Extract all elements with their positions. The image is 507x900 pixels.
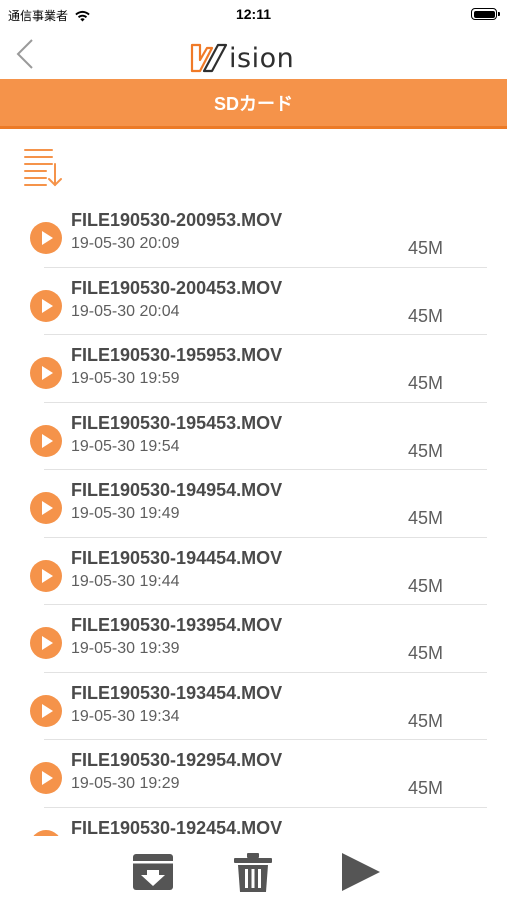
- file-size: 45M: [408, 778, 444, 798]
- play-circle-icon[interactable]: [30, 559, 62, 592]
- sort-list-icon[interactable]: [22, 146, 66, 188]
- file-row[interactable]: FILE190530-194954.MOV 19-05-30 19:49 45M: [0, 470, 507, 538]
- play-circle-icon[interactable]: [30, 424, 62, 457]
- file-date: 19-05-30 20:09: [71, 235, 180, 252]
- file-date: 19-05-30 19:39: [71, 640, 180, 657]
- file-name: FILE190530-192454.MOV: [71, 817, 283, 837]
- file-date: 19-05-30 19:34: [71, 707, 180, 725]
- brand-logo: ision: [190, 38, 294, 74]
- file-size: 45M: [408, 440, 444, 461]
- file-date: 19-05-30 19:59: [71, 370, 180, 387]
- status-bar: 通信事業者 12:11: [0, 0, 507, 30]
- trash-icon[interactable]: [232, 852, 274, 894]
- file-name: FILE190530-194954.MOV: [71, 480, 283, 500]
- file-list[interactable]: FILE190530-200953.MOV 19-05-30 20:09 45M FI…: [0, 200, 507, 836]
- file-row[interactable]: FILE190530-200453.MOV 19-05-30 20:04 45M: [0, 268, 507, 335]
- file-date: 19-05-30 19:49: [71, 505, 180, 522]
- file-size: 45M: [408, 305, 444, 326]
- file-name: FILE190530-200453.MOV: [71, 277, 283, 298]
- page-title: SDカード: [213, 93, 293, 114]
- file-size: 45M: [408, 373, 444, 393]
- file-name: FILE190530-194454.MOV: [71, 547, 283, 568]
- file-name: FILE190530-193954.MOV: [71, 615, 283, 635]
- battery-icon: [471, 8, 500, 20]
- nav-bar: ision: [0, 30, 507, 78]
- title-bar: SDカード: [0, 79, 507, 129]
- file-name: FILE190530-195953.MOV: [71, 345, 283, 365]
- file-size: 45M: [408, 575, 444, 596]
- clock: 12:11: [235, 6, 272, 22]
- play-circle-icon[interactable]: [30, 492, 62, 524]
- file-row[interactable]: FILE190530-195453.MOV 19-05-30 19:54 45M: [0, 403, 507, 470]
- bottom-toolbar: [0, 836, 507, 900]
- file-row[interactable]: FILE190530-194454.MOV 19-05-30 19:44 45M: [0, 538, 507, 605]
- file-name: FILE190530-200953.MOV: [71, 210, 283, 230]
- file-row[interactable]: FILE190530-193954.MOV 19-05-30 19:39 45M: [0, 605, 507, 673]
- file-name: FILE190530-193454.MOV: [71, 682, 283, 703]
- file-row[interactable]: FILE190530-192454.MOV: [0, 808, 507, 837]
- file-name: FILE190530-195453.MOV: [71, 412, 283, 433]
- file-row[interactable]: FILE190530-193454.MOV 19-05-30 19:34 45M: [0, 673, 507, 740]
- play-circle-icon[interactable]: [30, 694, 62, 727]
- file-row[interactable]: FILE190530-200953.MOV 19-05-30 20:09 45M: [0, 200, 507, 268]
- file-date: 19-05-30 19:54: [71, 437, 180, 455]
- download-box-icon[interactable]: [131, 852, 175, 892]
- logo-mark: [190, 43, 228, 73]
- play-circle-icon[interactable]: [30, 357, 62, 389]
- file-name: FILE190530-192954.MOV: [71, 750, 283, 770]
- file-date: 19-05-30 19:44: [71, 572, 180, 590]
- play-circle-icon[interactable]: [30, 762, 62, 794]
- file-date: 19-05-30 20:04: [71, 302, 180, 320]
- play-circle-icon[interactable]: [30, 627, 62, 659]
- file-size: 45M: [408, 710, 444, 731]
- file-row[interactable]: FILE190530-195953.MOV 19-05-30 19:59 45M: [0, 335, 507, 403]
- play-circle-icon[interactable]: [30, 289, 62, 322]
- logo-text: ision: [229, 43, 295, 74]
- back-chevron-icon[interactable]: [12, 36, 42, 72]
- file-row[interactable]: FILE190530-192954.MOV 19-05-30 19:29 45M: [0, 740, 507, 808]
- play-icon[interactable]: [340, 852, 382, 892]
- file-size: 45M: [408, 238, 444, 258]
- file-date: 19-05-30 19:29: [71, 775, 180, 792]
- play-circle-icon[interactable]: [30, 222, 62, 254]
- file-size: 45M: [408, 508, 444, 528]
- file-size: 45M: [408, 643, 444, 663]
